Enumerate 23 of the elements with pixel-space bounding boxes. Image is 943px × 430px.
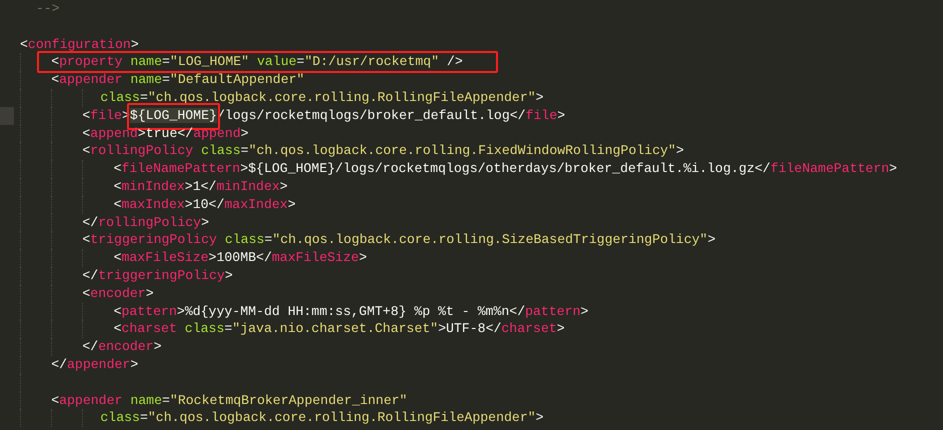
code-line: <maxIndex>10</maxIndex> [114,196,296,214]
code-line: class="ch.qos.logback.core.rolling.RollingFileAppender"> [100,88,544,107]
code-line: <maxFileSize>100MB</maxFileSize> [114,249,367,267]
code-line: <property name="LOG_HOME" value="D:/usr/rocketmq" /> [51,53,463,72]
code-line: --> [34,0,60,18]
code-line: <pattern>%d{yyy-MM-dd HH:mm:ss,GMT+8} %p %t - %m%n</pattern> [114,302,588,320]
code-text: /logs/rocketmqlogs/broker_default.log</file> [216,106,566,125]
highlighted-code: ${LOG_HOME} [130,108,217,123]
code-line: <rollingPolicy class="ch.qos.logback.core.rolling.FixedWindowRollingPolicy"> [82,142,684,160]
code-line: <appender name="DefaultAppender" [51,71,304,89]
code-line: <minIndex>1</minIndex> [114,178,288,196]
code-line: </rollingPolicy> [82,214,210,232]
code-line: <triggeringPolicy class="ch.qos.logback.core.rolling.SizeBasedTriggeringPolicy"> [82,231,716,250]
code-line: <configuration> [20,36,139,54]
code-line: <append>true</append> [82,124,249,142]
code-line: <appender name="RocketmqBrokerAppender_inner" [51,392,408,410]
code-line: <encoder> [82,284,154,303]
code-line: </encoder> [82,338,162,356]
code-line: <charset class="java.nio.charset.Charset">UTF-8</charset> [114,320,565,338]
code-line: </triggeringPolicy> [82,266,233,285]
code-line: <fileNamePattern>${LOG_HOME}/logs/rocketmqlogs/otherdays/broker_default.%i.log.gz</fileNamePattern> [114,160,898,178]
code-line: </appender> [51,356,138,374]
code-line: class="ch.qos.logback.core.rolling.RollingFileAppender"> [100,409,544,428]
